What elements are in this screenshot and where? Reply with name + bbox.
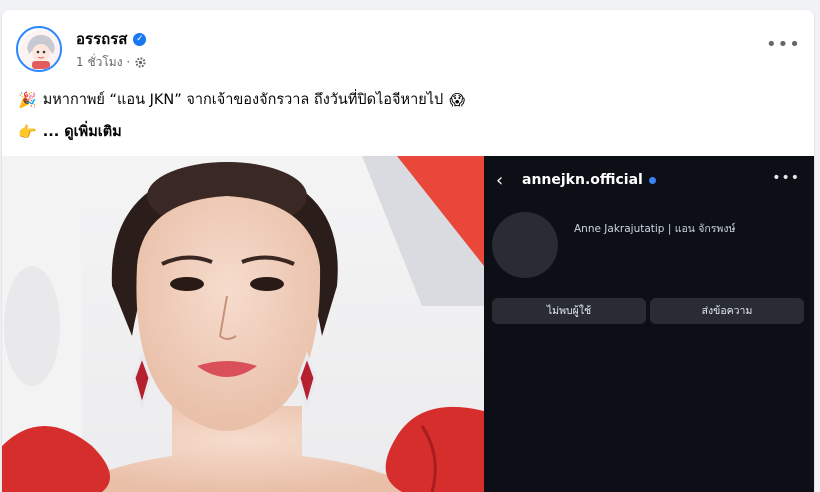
ig-more-icon: ••• [772, 170, 800, 186]
post-text-line-1: 🎉 มหากาพย์ “แอน JKN” จากเจ้าของจักรวาล ถ… [18, 88, 465, 111]
author-name[interactable]: อรรถรส [76, 27, 127, 51]
post-author[interactable]: อรรถรส ✓ [76, 27, 147, 51]
ig-handle: annejkn.official [522, 172, 656, 188]
post-photo-portrait[interactable] [2, 156, 484, 492]
ig-button-send-message: ส่งข้อความ [650, 298, 804, 324]
see-more-link[interactable]: ... ดูเพิ่มเติม [43, 120, 122, 143]
ig-profile-avatar [492, 212, 558, 278]
gear-icon[interactable] [134, 56, 147, 69]
facebook-post-card: อรรถรส ✓ 1 ชั่วโมง · ••• 🎉 มหากาพย์ “แอน… [2, 10, 814, 492]
post-text: มหากาพย์ “แอน JKN” จากเจ้าของจักรวาล ถึง… [42, 92, 444, 108]
ig-verified-icon [648, 176, 656, 184]
post-meta: 1 ชั่วโมง · [76, 53, 147, 72]
post-text-line-2: 👉 ... ดูเพิ่มเติม [18, 120, 122, 143]
post-time[interactable]: 1 ชั่วโมง · [76, 53, 130, 72]
post-photo-instagram-screenshot[interactable]: ‹ annejkn.official ••• Anne Jakrajutatip… [484, 156, 814, 492]
pointing-hand-icon: 👉 [18, 122, 37, 141]
author-avatar[interactable] [16, 26, 62, 72]
back-arrow-icon: ‹ [496, 170, 504, 191]
scream-face-icon: 😱 [449, 90, 465, 109]
more-options-button[interactable]: ••• [766, 36, 800, 56]
verified-badge-icon: ✓ [133, 32, 147, 46]
ig-handle-text: annejkn.official [522, 172, 643, 188]
ig-profile-name: Anne Jakrajutatip | แอน จักรพงษ์ [574, 223, 736, 235]
party-popper-icon: 🎉 [18, 90, 37, 109]
ig-button-user-not-found: ไม่พบผู้ใช้ [492, 298, 646, 324]
